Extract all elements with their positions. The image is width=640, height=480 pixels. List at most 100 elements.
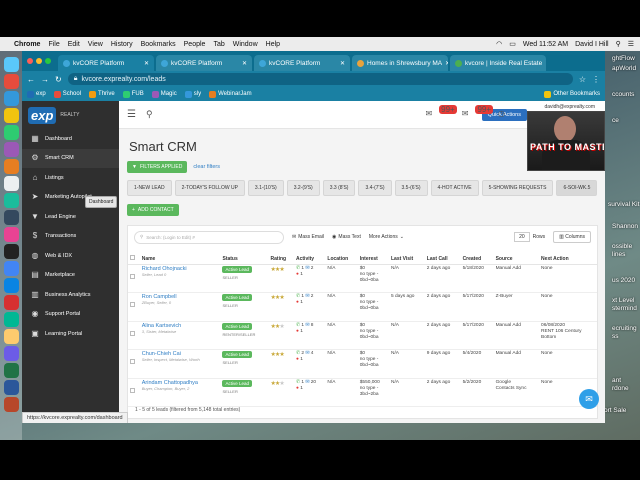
desktop-label[interactable]: ossible	[612, 243, 632, 250]
app-icon[interactable]	[3, 295, 19, 310]
status-badge[interactable]: Active Lead	[222, 322, 252, 330]
user-email[interactable]: davidh@exprealty.com	[544, 104, 595, 110]
desktop-label[interactable]: ghtFlow	[612, 55, 635, 62]
url-bar[interactable]: 🔒︎ kvcore.exprealty.com/leads	[67, 73, 573, 85]
maximize-window-icon[interactable]	[45, 58, 51, 64]
desktop-label[interactable]: ort Sale	[604, 407, 626, 414]
email-icon[interactable]: ✉	[305, 380, 309, 385]
finder-icon[interactable]	[3, 57, 19, 72]
app-icon[interactable]	[3, 176, 19, 191]
menu-people[interactable]: People	[184, 41, 206, 48]
menu-clock[interactable]: Wed 11:52 AM	[523, 41, 568, 48]
bookmark-star-icon[interactable]: ☆	[579, 75, 586, 84]
phone-icon[interactable]: ✆	[296, 351, 300, 356]
app-icon[interactable]	[3, 125, 19, 140]
filters-applied-button[interactable]: ▼ FILTERS APPLIED	[127, 161, 188, 173]
app-icon[interactable]	[3, 312, 19, 327]
menu-help[interactable]: Help	[266, 41, 280, 48]
menu-window[interactable]: Window	[233, 41, 258, 48]
reload-icon[interactable]: ↻	[55, 75, 62, 84]
star-icon[interactable]: ★	[279, 295, 284, 301]
view-tab-selected[interactable]: 6-SOI-WK.5	[556, 180, 598, 196]
bookmark-item[interactable]: Other Bookmarks	[544, 90, 600, 98]
status-badge[interactable]: Active Lead	[222, 265, 252, 273]
mass-email-button[interactable]: ✉ Mass Email	[292, 234, 324, 240]
sidebar-item-business-analytics[interactable]: ▥ Business Analytics	[22, 285, 119, 305]
browser-tab[interactable]: Homes in Shrewsbury MA ✕	[352, 55, 448, 71]
tab-close-icon[interactable]: ✕	[340, 60, 345, 67]
columns-button[interactable]: ▥ Columns	[553, 231, 591, 243]
star-rating[interactable]: ★★★	[271, 381, 285, 387]
app-icon[interactable]	[3, 329, 19, 344]
star-rating[interactable]: ★★★	[271, 267, 285, 273]
desktop-label[interactable]: xt Level	[612, 297, 634, 304]
menu-user[interactable]: David I Hill	[575, 41, 608, 48]
chrome-icon[interactable]	[3, 261, 19, 276]
checkbox[interactable]	[130, 359, 135, 364]
column-header[interactable]: Location	[325, 248, 358, 265]
checkbox[interactable]	[130, 302, 135, 307]
sidebar-item-dashboard[interactable]: ▦ Dashboard	[22, 129, 119, 149]
checkbox[interactable]	[130, 254, 135, 260]
column-header[interactable]: Interest	[357, 248, 389, 265]
sidebar-item-learning-portal[interactable]: ▣ Learning Portal	[22, 324, 119, 344]
email-icon[interactable]: ✉	[305, 266, 309, 271]
minimize-window-icon[interactable]	[36, 58, 42, 64]
browser-tab[interactable]: kvCORE Platform ✕	[156, 55, 252, 71]
view-tab[interactable]: 1-NEW LEAD	[127, 180, 172, 196]
sidebar-item-listings[interactable]: ⌂ Listings	[22, 168, 119, 188]
view-tab[interactable]: 3.1-(10'S)	[247, 180, 284, 196]
browser-tab[interactable]: kvCORE Platform ✕	[254, 55, 350, 71]
clear-filters-link[interactable]: clear filters	[193, 164, 220, 170]
add-contact-button[interactable]: + ADD CONTACT	[127, 204, 179, 216]
mass-text-button[interactable]: ◉ Mass Text	[332, 234, 361, 240]
select-all-checkbox[interactable]	[128, 248, 140, 265]
view-tab[interactable]: 5-SHOWING REQUESTS	[481, 180, 554, 196]
app-icon[interactable]	[3, 346, 19, 361]
view-tab[interactable]: 3.5-(6'S)	[394, 180, 428, 196]
bell-icon[interactable]: ✉ 99+	[425, 105, 457, 118]
table-row[interactable]: Alina Kartsevich 3, Sister, Metalwise Acti…	[128, 321, 597, 350]
column-header[interactable]: Last Visit	[389, 248, 425, 265]
desktop-label[interactable]: lines	[612, 251, 625, 258]
word-icon[interactable]	[3, 380, 19, 395]
desktop-label[interactable]: survival Kit	[608, 201, 639, 208]
close-window-icon[interactable]	[27, 58, 33, 64]
status-badge[interactable]: Active Lead	[222, 294, 252, 301]
view-tab[interactable]: 3.2-(9'S)	[286, 180, 320, 196]
notification-icon[interactable]: ☰	[628, 40, 634, 48]
tab-close-icon[interactable]: ✕	[445, 60, 448, 67]
sidebar-item-web-idx[interactable]: ◍ Web & IDX	[22, 246, 119, 266]
bookmark-item[interactable]: exp	[27, 90, 46, 98]
bookmark-item[interactable]: Thrive	[89, 90, 115, 98]
view-tab[interactable]: 4-HOT ACTIVE	[430, 180, 479, 196]
desktop-label[interactable]: ant	[612, 377, 621, 384]
app-icon[interactable]	[3, 278, 19, 293]
menu-view[interactable]: View	[88, 41, 103, 48]
view-tab[interactable]: 2-TODAY'S FOLLOW UP	[174, 180, 245, 196]
sidebar-item-smart-crm[interactable]: ⚙ Smart CRM	[22, 148, 119, 168]
browser-tab[interactable]: kvCORE Platform ✕	[58, 55, 154, 71]
star-icon[interactable]: ★	[279, 267, 284, 273]
view-tab[interactable]: 3.3 (8'S)	[322, 180, 356, 196]
table-row[interactable]: Arindam Chattopadhya Buyer, Champion, Buy…	[128, 378, 597, 407]
browser-tab[interactable]: kvcore | Inside Real Estate✕	[450, 55, 546, 71]
email-icon[interactable]: ✉	[305, 294, 309, 299]
app-icon[interactable]	[3, 210, 19, 225]
battery-icon[interactable]: ▭	[509, 40, 516, 48]
table-row[interactable]: Richard Ohojnacki Seller, Lead 0 Active Le…	[128, 264, 597, 293]
desktop-label[interactable]: ccounts	[612, 91, 634, 98]
app-icon[interactable]	[3, 91, 19, 106]
table-row[interactable]: Ron Campbell ZBuyer, Seller, 0 Active Lead…	[128, 292, 597, 322]
column-header[interactable]: Last Call	[424, 248, 461, 265]
forward-arrow-icon[interactable]: →	[41, 75, 49, 84]
more-actions-dropdown[interactable]: More Actions ⌄	[369, 234, 404, 240]
star-icon[interactable]: ★	[279, 352, 284, 358]
bookmark-item[interactable]: Magic	[151, 90, 177, 98]
phone-icon[interactable]: ✆	[296, 266, 300, 271]
app-icon[interactable]	[3, 193, 19, 208]
desktop-label[interactable]: ss	[612, 333, 619, 340]
email-icon[interactable]: ✉	[305, 323, 309, 328]
back-arrow-icon[interactable]: ←	[27, 75, 35, 84]
sidebar-item-transactions[interactable]: $ Transactions	[22, 227, 119, 247]
